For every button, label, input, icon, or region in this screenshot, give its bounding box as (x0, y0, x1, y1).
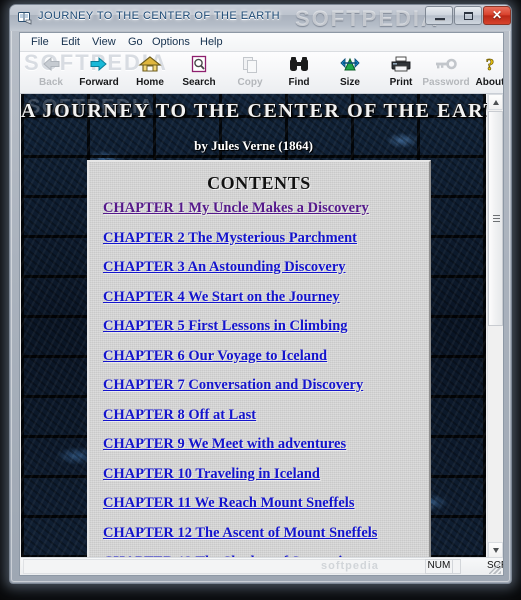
toolbar-button-search[interactable]: Search (172, 53, 226, 93)
scroll-up-arrow[interactable] (488, 94, 503, 110)
chapter-link-5[interactable]: CHAPTER 5 First Lessons in Climbing (103, 312, 429, 342)
watermark-title: SOFTPEDIA (295, 6, 439, 31)
menu-item-edit[interactable]: Edit (56, 35, 85, 50)
window-title: JOURNEY TO THE CENTER OF THE EARTH (38, 10, 281, 22)
toolbar-label-about: About (475, 77, 503, 88)
chapter-link-9[interactable]: CHAPTER 9 We Meet with adventures (103, 430, 429, 460)
chapter-link-3[interactable]: CHAPTER 3 An Astounding Discovery (103, 253, 429, 283)
menu-bar: File Edit View Go Options Help (20, 33, 503, 52)
chapter-link-8[interactable]: CHAPTER 8 Off at Last (103, 401, 429, 431)
chapter-link-7[interactable]: CHAPTER 7 Conversation and Discovery (103, 371, 429, 401)
toolbar-label-back: Back (39, 77, 63, 88)
menu-item-go[interactable]: Go (123, 35, 148, 50)
chapter-link-2[interactable]: CHAPTER 2 The Mysterious Parchment (103, 224, 429, 254)
status-message-pane (23, 559, 433, 574)
key-icon (419, 54, 473, 76)
toolbar-label-copy: Copy (237, 77, 263, 88)
toolbar-button-back[interactable]: Back (24, 53, 78, 93)
search-page-icon (172, 54, 226, 76)
chapter-link-12[interactable]: CHAPTER 12 The Ascent of Mount Sneffels (103, 519, 429, 549)
toolbar-label-forward: Forward (79, 77, 119, 88)
toolbar-button-about[interactable]: ? About (470, 53, 503, 93)
vertical-scrollbar[interactable] (487, 94, 503, 558)
home-icon (123, 54, 177, 76)
toolbar-button-forward[interactable]: Forward (72, 53, 126, 93)
binoculars-icon (272, 54, 326, 76)
chapter-link-1[interactable]: CHAPTER 1 My Uncle Makes a Discovery (103, 194, 429, 224)
toolbar-label-password: Password (422, 77, 470, 88)
close-glyph: ✕ (491, 8, 503, 22)
document-title: A JOURNEY TO THE CENTER OF THE EARTH (21, 100, 502, 122)
svg-text:?: ? (486, 55, 495, 74)
toolbar-button-find[interactable]: Find (272, 53, 326, 93)
help-book-icon (18, 12, 32, 25)
scroll-thumb[interactable] (488, 111, 503, 326)
menu-item-options[interactable]: Options (147, 35, 195, 50)
back-arrow-icon (24, 54, 78, 76)
client-area: File Edit View Go Options Help SOFTPEDIA (19, 32, 504, 576)
toolbar-button-copy[interactable]: Copy (223, 53, 277, 93)
toolbar-button-size[interactable]: Size (323, 53, 377, 93)
resize-grip[interactable] (489, 562, 501, 574)
minimize-button[interactable] (425, 6, 453, 25)
scroll-down-triangle-icon (493, 548, 499, 553)
chapter-link-4[interactable]: CHAPTER 4 We Start on the Journey (103, 283, 429, 313)
status-bar: softpedia NUM SCRL (21, 557, 503, 575)
toolbar-label-find: Find (288, 77, 310, 88)
close-button[interactable]: ✕ (483, 6, 511, 25)
size-arrows-icon (323, 54, 377, 76)
toolbar-label-home: Home (136, 77, 164, 88)
desktop-backdrop: SOFTPEDIA JOURNEY TO THE CENTER OF THE E… (0, 0, 521, 600)
question-mark-icon: ? (470, 54, 503, 76)
document-background: SOFTPEDIA A JOURNEY TO THE CENTER OF THE… (21, 94, 502, 558)
scroll-down-arrow[interactable] (488, 542, 503, 558)
title-bar[interactable]: SOFTPEDIA JOURNEY TO THE CENTER OF THE E… (10, 5, 511, 31)
menu-item-file[interactable]: File (26, 35, 54, 50)
scroll-up-triangle-icon (493, 100, 499, 105)
maximize-button[interactable] (454, 6, 482, 25)
toolbar-label-search: Search (182, 77, 216, 88)
forward-arrow-icon (72, 54, 126, 76)
document-byline: by Jules Verne (1864) (194, 138, 313, 153)
toolbar-button-home[interactable]: Home (123, 53, 177, 93)
contents-heading: CONTENTS (207, 173, 311, 193)
maximize-glyph (464, 12, 473, 20)
toolbar-button-password[interactable]: Password (419, 53, 473, 93)
status-indicator-num-label: NUM (427, 560, 451, 571)
contents-panel: CONTENTS CHAPTER 1 My Uncle Makes a Disc… (87, 160, 431, 558)
chapter-link-10[interactable]: CHAPTER 10 Traveling in Iceland (103, 460, 429, 490)
help-viewer-window: SOFTPEDIA JOURNEY TO THE CENTER OF THE E… (9, 4, 512, 584)
minimize-glyph (435, 18, 445, 21)
scroll-thumb-grip (493, 214, 500, 224)
copy-icon (223, 54, 277, 76)
chapter-link-6[interactable]: CHAPTER 6 Our Voyage to Iceland (103, 342, 429, 372)
document-view: SOFTPEDIA A JOURNEY TO THE CENTER OF THE… (21, 94, 502, 558)
menu-item-help[interactable]: Help (195, 35, 228, 50)
toolbar: SOFTPEDIA Back (20, 52, 503, 94)
menu-item-view[interactable]: View (87, 35, 121, 50)
toolbar-label-size: Size (339, 77, 360, 88)
chapter-link-11[interactable]: CHAPTER 11 We Reach Mount Sneffels (103, 489, 429, 519)
